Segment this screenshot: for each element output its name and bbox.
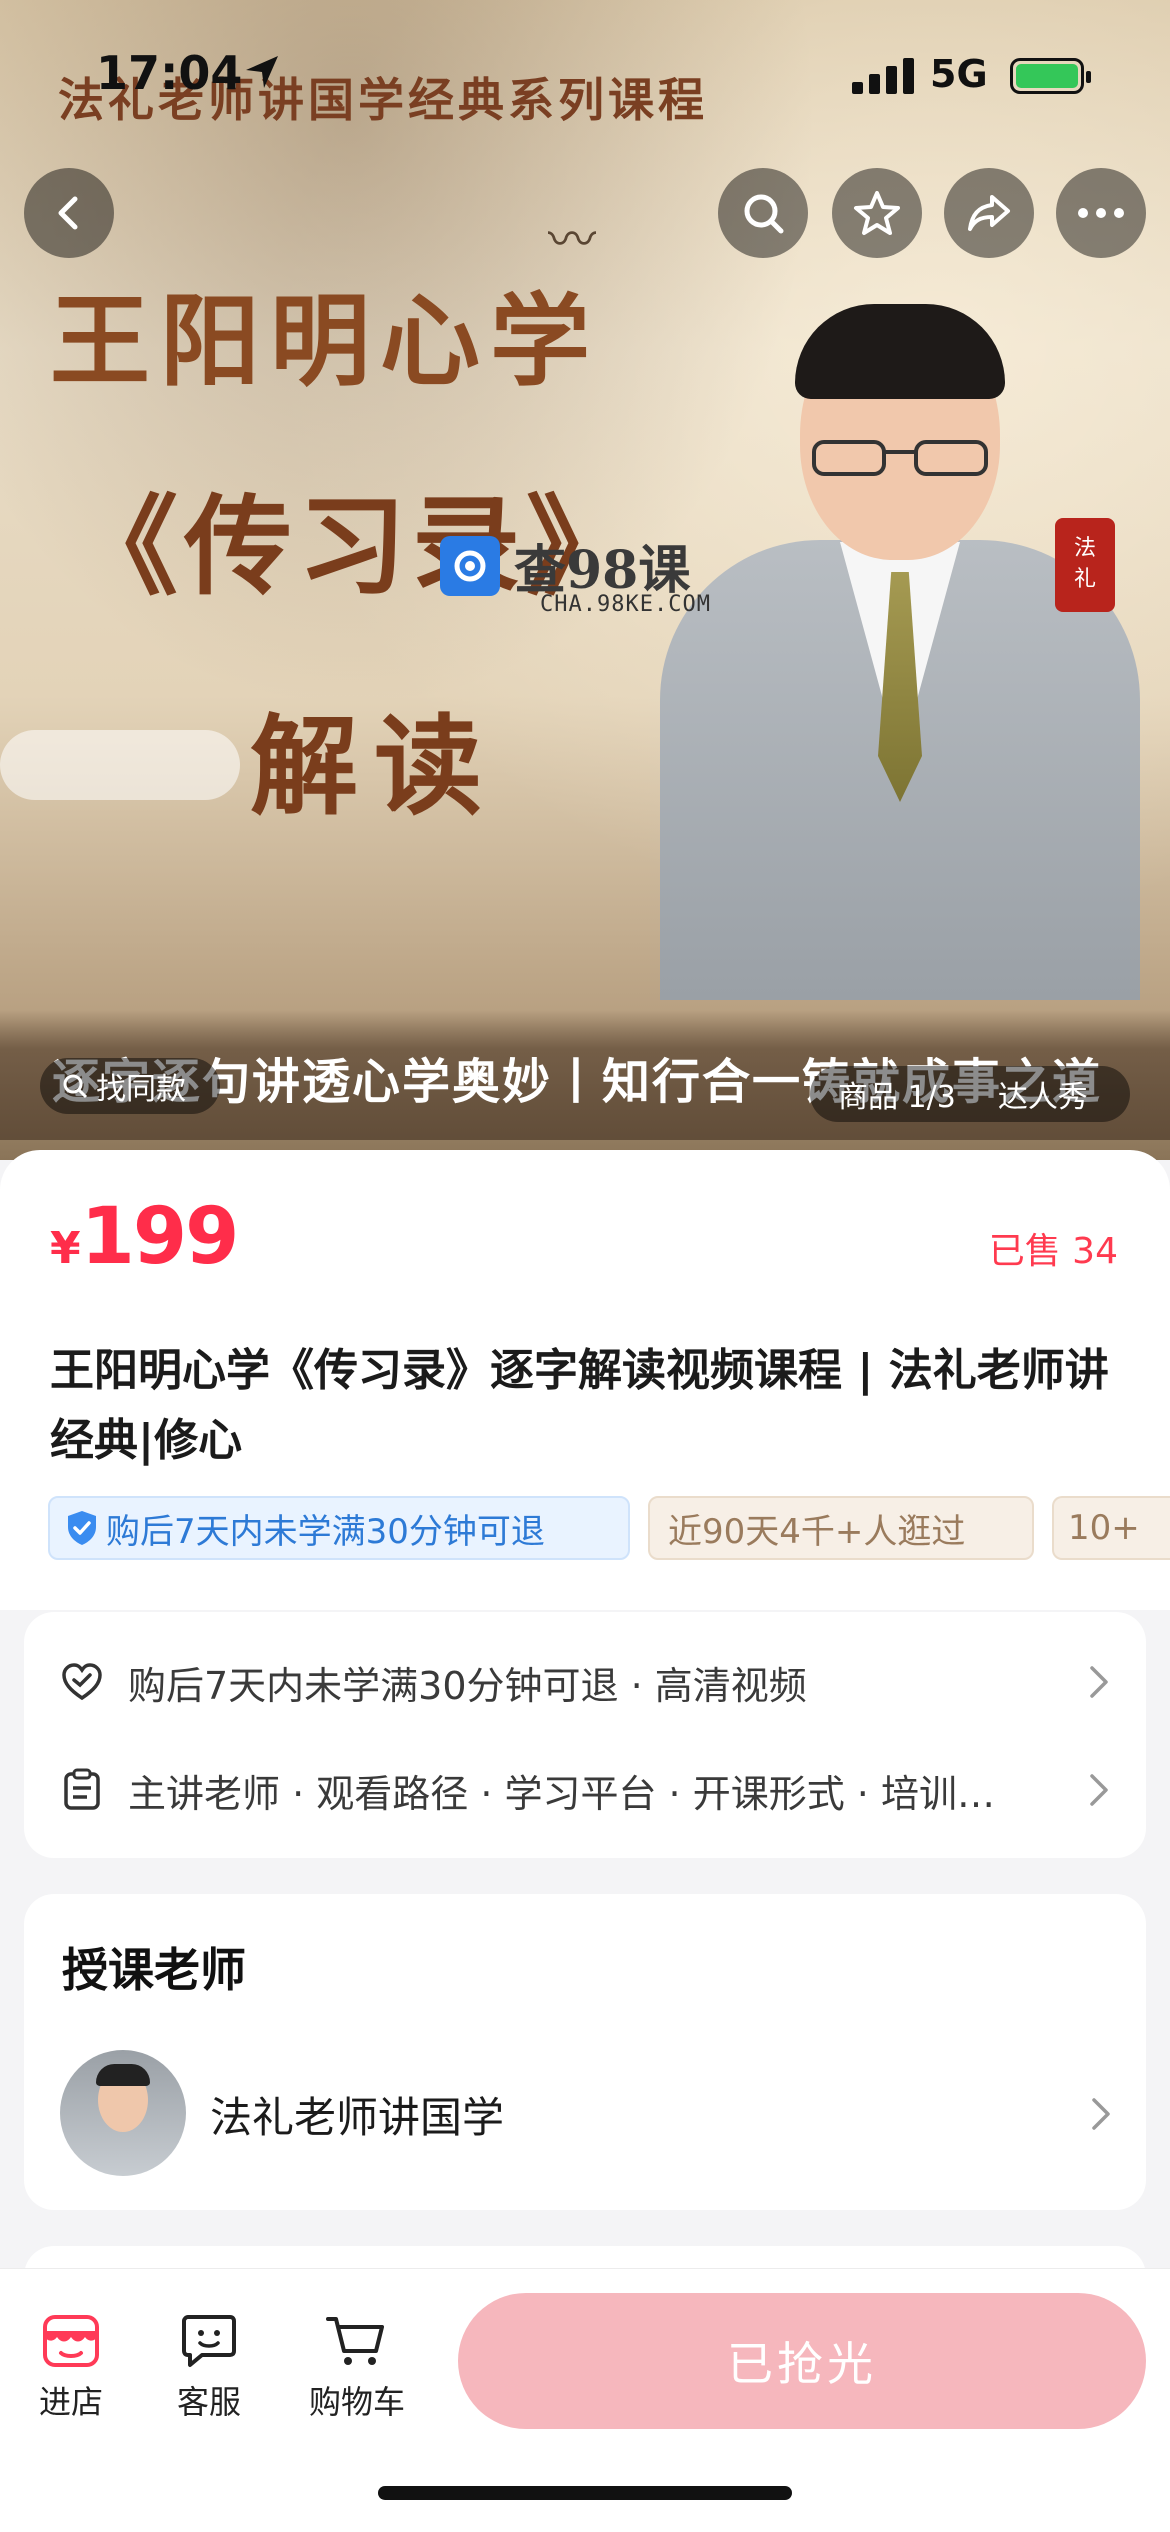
star-icon — [854, 191, 900, 235]
gallery-counter: 商品 1/3 — [838, 1080, 956, 1115]
views-tag: 近90天4千+人逛过 — [648, 1496, 1034, 1560]
service-info-card: 购后7天内未学满30分钟可退 · 高清视频 主讲老师 · 观看路径 · 学习平台… — [24, 1612, 1146, 1858]
find-similar-button[interactable]: 找同款 — [40, 1058, 220, 1114]
chevron-right-icon — [1090, 1666, 1108, 1698]
clipboard-icon — [64, 1768, 100, 1810]
price: ¥199 — [50, 1192, 240, 1282]
course-details-row[interactable]: 主讲老师 · 观看路径 · 学习平台 · 开课形式 · 培训… — [60, 1740, 1110, 1840]
find-similar-label: 找同款 — [96, 1072, 186, 1107]
store-icon — [43, 2315, 99, 2367]
shield-check-icon — [68, 1511, 96, 1545]
seal-stamp: 法 礼 — [1055, 518, 1115, 612]
cloud-decoration — [0, 730, 240, 800]
chevron-right-icon[interactable] — [1090, 2096, 1112, 2132]
product-title: 王阳明心学《传习录》逐字解读视频课程 | 法礼老师讲经典|修心 — [50, 1345, 1109, 1466]
sold-out-label: 已抢光 — [727, 2337, 877, 2391]
store-button[interactable]: 进店 — [6, 2313, 136, 2423]
shopping-cart-icon — [326, 2317, 384, 2365]
course-main-title: 王阳明心学 — [50, 282, 600, 400]
more-tag-label: 10+ — [1068, 1508, 1140, 1548]
refund-policy-row[interactable]: 购后7天内未学满30分钟可退 · 高清视频 — [60, 1632, 1110, 1732]
customer-service-button[interactable]: 客服 — [144, 2313, 274, 2423]
more-dots-icon — [1078, 208, 1124, 218]
battery-icon — [1010, 58, 1091, 94]
store-label: 进店 — [38, 2383, 103, 2421]
teacher-card: 授课老师 法礼老师讲国学 — [24, 1894, 1146, 2210]
watermark-url: CHA.98KE.COM — [540, 592, 711, 617]
share-arrow-icon — [968, 195, 1010, 231]
share-button[interactable] — [944, 168, 1034, 258]
search-button[interactable] — [718, 168, 808, 258]
product-info-card: ¥199 已售 34 王阳明心学《传习录》逐字解读视频课程 | 法礼老师讲经典|… — [0, 1150, 1170, 1610]
status-time: 17:04 — [96, 46, 243, 100]
teacher-section-heading: 授课老师 — [62, 1943, 246, 1997]
back-button[interactable] — [24, 168, 114, 258]
chat-bubble-icon — [182, 2315, 236, 2367]
heart-check-icon — [62, 1663, 102, 1701]
gallery-switcher[interactable]: 商品 1/3 达人秀 — [810, 1066, 1130, 1122]
course-details-text: 主讲老师 · 观看路径 · 学习平台 · 开课形式 · 培训… — [128, 1771, 995, 1816]
lens-search-icon — [63, 1074, 88, 1099]
location-arrow-icon — [246, 56, 278, 88]
teacher-name[interactable]: 法礼老师讲国学 — [210, 2084, 504, 2145]
price-value: 199 — [80, 1192, 240, 1282]
customer-service-label: 客服 — [176, 2383, 241, 2421]
watermark-logo-icon — [440, 535, 500, 596]
teacher-photo — [650, 304, 1150, 1000]
more-button[interactable] — [1056, 168, 1146, 258]
status-bar: 17:04 5G — [0, 0, 1170, 150]
show-tab[interactable]: 达人秀 — [998, 1072, 1088, 1116]
refund-policy-text: 购后7天内未学满30分钟可退 · 高清视频 — [128, 1663, 807, 1708]
cart-label: 购物车 — [308, 2383, 405, 2421]
refund-tag-label: 购后7天内未学满30分钟可退 — [106, 1511, 545, 1552]
course-read-title: 解读 — [250, 704, 499, 830]
chevron-right-icon — [1090, 1774, 1108, 1806]
chevron-left-icon — [58, 196, 78, 230]
sold-count: 已售 34 — [988, 1231, 1118, 1272]
favorite-button[interactable] — [832, 168, 922, 258]
search-icon — [744, 194, 784, 234]
views-tag-label: 近90天4千+人逛过 — [668, 1511, 966, 1552]
currency-symbol: ¥ — [50, 1223, 81, 1274]
more-tag: 10+ — [1052, 1496, 1170, 1560]
teacher-avatar[interactable] — [60, 2050, 186, 2176]
cart-button[interactable]: 购物车 — [292, 2313, 422, 2423]
home-indicator — [378, 2486, 792, 2500]
network-type: 5G — [930, 52, 988, 96]
refund-tag[interactable]: 购后7天内未学满30分钟可退 — [48, 1496, 630, 1560]
cellular-signal-icon — [852, 58, 914, 94]
sold-out-button[interactable]: 已抢光 — [458, 2293, 1146, 2429]
